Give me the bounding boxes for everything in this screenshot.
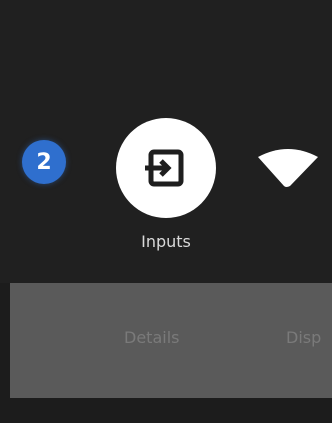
tab-details[interactable]: Details	[124, 328, 179, 347]
wifi-icon[interactable]	[258, 143, 318, 188]
inputs-button[interactable]	[116, 118, 216, 218]
notification-count-badge[interactable]: 2	[22, 140, 66, 184]
input-source-icon	[145, 149, 184, 187]
inputs-label: Inputs	[141, 232, 191, 251]
quick-settings-panel: 2 Inputs	[0, 0, 332, 283]
tab-bar: Details Disp	[10, 283, 332, 398]
badge-count: 2	[36, 149, 52, 175]
tab-display[interactable]: Disp	[286, 328, 321, 347]
